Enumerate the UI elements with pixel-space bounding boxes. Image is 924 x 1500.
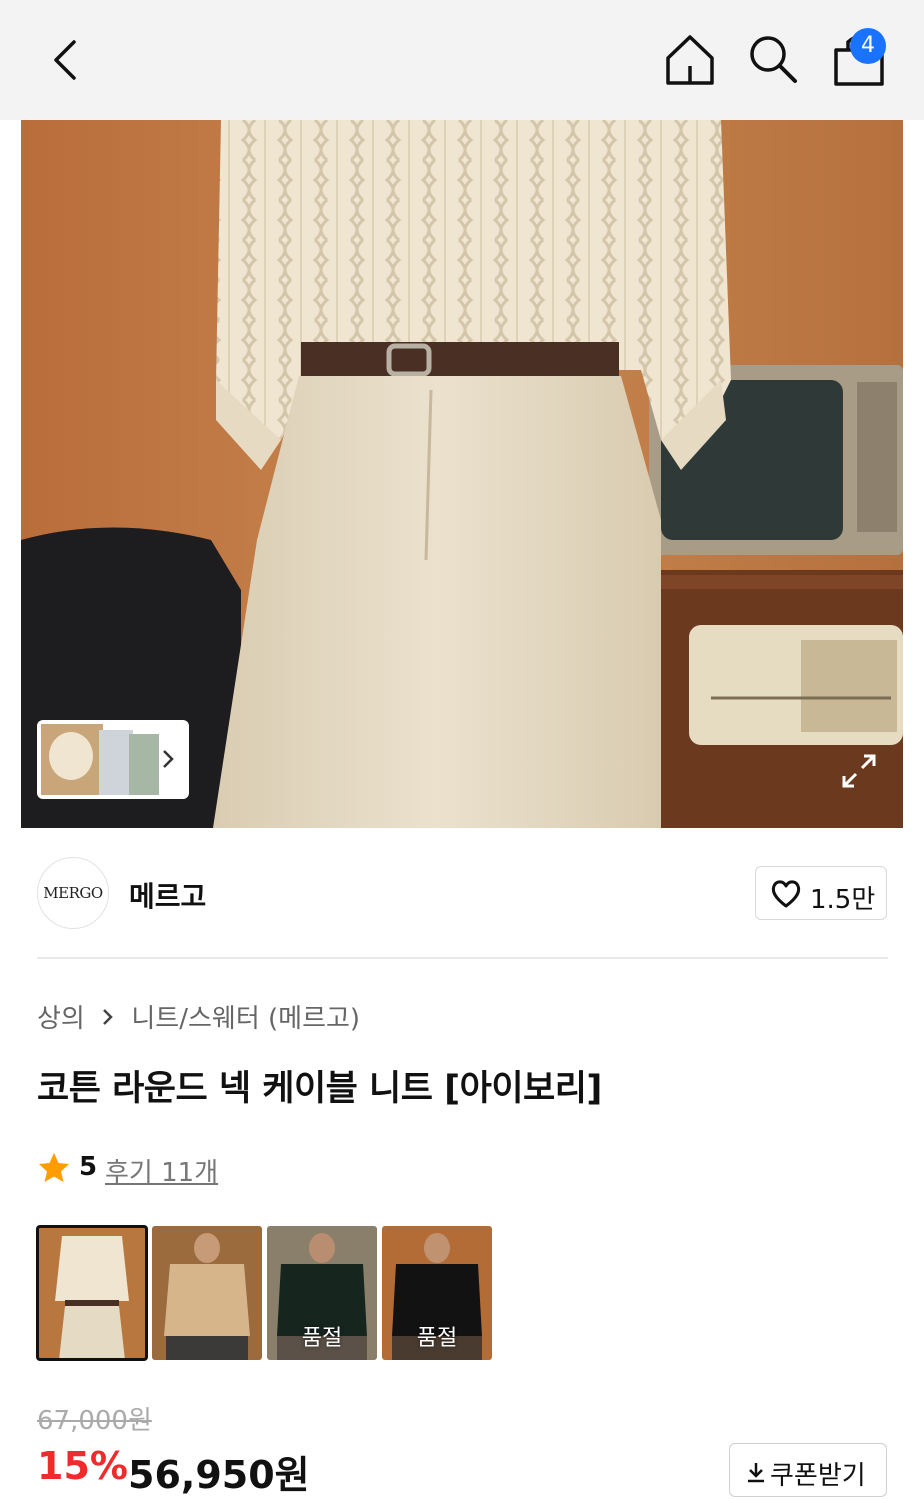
divider [37, 957, 888, 959]
brand-row: MERGO 메르고 1.5만 [37, 857, 888, 929]
coupon-download-button[interactable]: 쿠폰받기 [729, 1443, 887, 1497]
breadcrumb-subcategory[interactable]: 니트/스웨터 (메르고) [131, 1004, 360, 1034]
product-main-image[interactable] [21, 120, 903, 828]
home-icon[interactable] [662, 32, 718, 88]
coupon-label: 쿠폰받기 [770, 1461, 866, 1491]
search-icon[interactable] [746, 32, 800, 86]
heart-icon [771, 880, 801, 908]
color-option-beige[interactable] [152, 1226, 262, 1360]
breadcrumb-category[interactable]: 상의 [37, 1004, 85, 1034]
download-icon [748, 1463, 764, 1483]
color-option-ivory[interactable] [36, 1225, 148, 1361]
top-navigation-bar: 4 [0, 0, 924, 120]
sale-price: 56,950원 [128, 1453, 310, 1497]
sold-out-label: 품절 [301, 1326, 343, 1351]
chevron-right-icon [163, 750, 174, 768]
chevron-left-icon[interactable] [44, 36, 88, 84]
star-icon [39, 1153, 69, 1182]
original-price: 67,000원 [37, 1406, 152, 1436]
cart-count-badge: 4 [850, 28, 886, 64]
discount-rate: 15% [37, 1444, 128, 1488]
review-link[interactable]: 후기 11개 [105, 1152, 218, 1189]
image-thumbnail-strip[interactable] [37, 720, 189, 799]
brand-name[interactable]: 메르고 [129, 875, 206, 915]
color-option-green[interactable]: 품절 [267, 1226, 377, 1360]
rating-value: 5 [79, 1152, 98, 1182]
like-count: 1.5만 [810, 885, 876, 915]
sold-out-label: 품절 [416, 1326, 458, 1351]
brand-logo[interactable]: MERGO [37, 857, 109, 929]
expand-icon[interactable] [840, 752, 878, 790]
product-title: 코튼 라운드 넥 케이블 니트 [아이보리] [37, 1069, 602, 1109]
chevron-right-icon [103, 1009, 113, 1025]
option-image [152, 1226, 262, 1360]
option-image [37, 1226, 147, 1360]
color-option-black[interactable]: 품절 [382, 1226, 492, 1360]
like-button[interactable]: 1.5만 [755, 866, 887, 920]
breadcrumb: 상의 니트/스웨터 (메르고) [37, 998, 360, 1035]
